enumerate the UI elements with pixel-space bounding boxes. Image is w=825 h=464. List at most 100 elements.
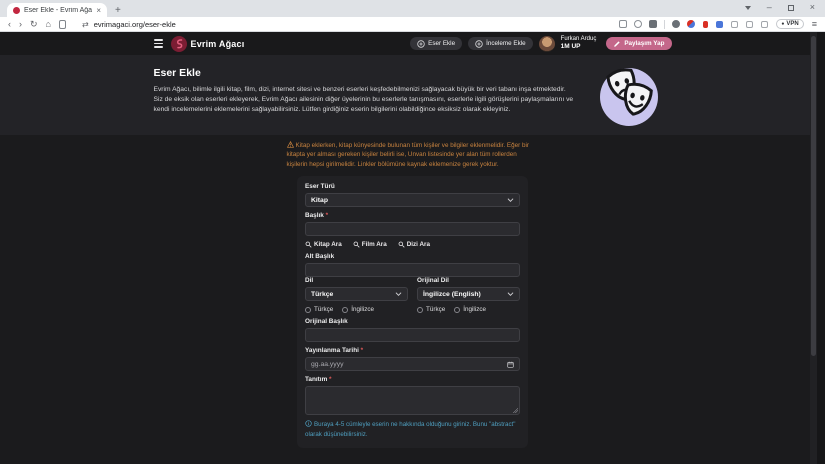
vpn-label: VPN	[786, 21, 798, 27]
tanitim-hint: Buraya 4-5 cümleyle eserin ne hakkında o…	[305, 420, 517, 439]
close-button[interactable]: ×	[810, 3, 815, 12]
vpn-dot-icon: ●	[781, 21, 784, 27]
brand-name: Evrim Ağacı	[191, 39, 245, 49]
theater-masks-icon	[596, 63, 662, 129]
orijinal-dil-radio-ingilizce[interactable]: İngilizce	[454, 306, 486, 313]
site-logo[interactable]: Evrim Ağacı	[171, 36, 245, 52]
minimize-button[interactable]: –	[767, 3, 772, 12]
alt-baslik-input[interactable]	[305, 263, 520, 277]
share-icon[interactable]	[649, 20, 657, 28]
orijinal-dil-radio-group: Türkçe İngilizce	[417, 306, 520, 313]
tab-close-icon[interactable]: ×	[96, 6, 101, 15]
required-asterisk: *	[361, 347, 364, 354]
dil-select[interactable]: Türkçe	[305, 287, 408, 301]
dil-radio-turkce[interactable]: Türkçe	[305, 306, 333, 313]
url-bar-icons	[619, 20, 695, 29]
browser-chrome: Eser Ekle - Evrim Ağacı × + – × ‹ › ↻ ⌂ …	[0, 0, 825, 32]
chevron-down-icon	[507, 291, 514, 297]
chevron-down-icon	[395, 291, 402, 297]
back-icon[interactable]: ‹	[8, 19, 11, 29]
main-content: Kitap eklerken, kitap künyesinde bulunan…	[0, 135, 825, 448]
shield-icon[interactable]	[672, 20, 680, 28]
radio-icon	[342, 307, 348, 313]
search-in-page-icon[interactable]	[634, 20, 642, 28]
baslik-input[interactable]	[305, 222, 520, 236]
extension-2-icon[interactable]	[746, 21, 753, 28]
hamburger-menu-icon[interactable]	[154, 39, 163, 47]
warning-message: Kitap eklerken, kitap künyesinde bulunan…	[287, 142, 529, 168]
extension-red-icon[interactable]	[703, 21, 708, 28]
eser-turu-select[interactable]: Kitap	[305, 193, 520, 207]
kitap-ara-link[interactable]: Kitap Ara	[305, 241, 342, 248]
user-info[interactable]: Furkan Arduç 1M UP	[561, 36, 597, 50]
page-scrollbar[interactable]	[810, 32, 817, 464]
user-name: Furkan Arduç	[561, 36, 597, 43]
hero-section: Eser Ekle Evrim Ağacı, bilimle ilgili ki…	[0, 56, 825, 135]
eser-ekle-form: Eser Türü Kitap Başlık * Kitap Ara	[297, 176, 528, 448]
url-text[interactable]: evrimagaci.org/eser-ekle	[94, 20, 176, 29]
evrim-agaci-logo-icon	[171, 36, 187, 52]
orijinal-dil-label: Orijinal Dil	[417, 277, 520, 284]
tab-favicon-icon	[13, 7, 20, 14]
chevron-down-icon	[507, 197, 514, 203]
search-links: Kitap Ara Film Ara Dizi Ara	[305, 241, 520, 248]
user-badge: 1M UP	[561, 43, 597, 50]
radio-icon	[454, 307, 460, 313]
calendar-icon[interactable]	[507, 361, 514, 368]
extension-3-icon[interactable]	[761, 21, 768, 28]
scrollbar-thumb[interactable]	[811, 36, 816, 356]
url-bar[interactable]: ⇄ evrimagaci.org/eser-ekle	[82, 20, 695, 29]
extension-badge-icon[interactable]	[687, 20, 695, 28]
reader-mode-icon[interactable]	[619, 20, 627, 28]
forward-icon[interactable]: ›	[19, 19, 22, 29]
nav-eser-ekle-button[interactable]: Eser Ekle	[410, 37, 462, 50]
dil-value: Türkçe	[311, 291, 333, 298]
plus-circle-icon	[417, 40, 425, 48]
radio-icon	[305, 307, 311, 313]
reload-icon[interactable]: ↻	[30, 19, 38, 29]
tab-strip: Eser Ekle - Evrim Ağacı × + – ×	[0, 0, 825, 17]
dil-label: Dil	[305, 277, 408, 284]
tanitim-label: Tanıtım *	[305, 376, 520, 383]
site-header: Evrim Ağacı Eser Ekle İnceleme Ekle Furk	[0, 32, 825, 56]
search-icon	[353, 241, 360, 248]
warning-triangle-icon	[287, 141, 294, 148]
site-info-icon[interactable]: ⇄	[82, 20, 89, 29]
search-icon	[398, 241, 405, 248]
window-edge	[817, 32, 825, 464]
page: Evrim Ağacı Eser Ekle İnceleme Ekle Furk	[0, 32, 825, 464]
nav-inceleme-ekle-label: İnceleme Ekle	[486, 40, 526, 47]
eser-turu-value: Kitap	[311, 197, 328, 204]
orijinal-dil-select[interactable]: İngilizce (English)	[417, 287, 520, 301]
tarih-input[interactable]: gg.aa.yyyy	[305, 357, 520, 371]
film-ara-link[interactable]: Film Ara	[353, 241, 387, 248]
alt-baslik-label: Alt Başlık	[305, 253, 520, 260]
user-avatar[interactable]	[539, 36, 555, 52]
browser-tab[interactable]: Eser Ekle - Evrim Ağacı ×	[7, 3, 107, 17]
browser-menu-icon[interactable]: ≡	[812, 19, 817, 29]
tab-title: Eser Ekle - Evrim Ağacı	[24, 7, 92, 14]
page-title: Eser Ekle	[154, 67, 672, 79]
orijinal-dil-radio-turkce[interactable]: Türkçe	[417, 306, 445, 313]
vpn-badge[interactable]: ● VPN	[776, 19, 803, 29]
divider	[664, 20, 665, 29]
extension-blue-icon[interactable]	[716, 21, 723, 28]
orijinal-baslik-input[interactable]	[305, 328, 520, 342]
dil-radio-group: Türkçe İngilizce	[305, 306, 408, 313]
orijinal-baslik-label: Orijinal Başlık	[305, 318, 520, 325]
home-icon[interactable]: ⌂	[46, 19, 51, 29]
maximize-button[interactable]	[788, 5, 794, 11]
required-asterisk: *	[326, 212, 329, 219]
pencil-icon	[613, 40, 621, 48]
tanitim-textarea[interactable]	[305, 386, 520, 415]
dizi-ara-link[interactable]: Dizi Ara	[398, 241, 430, 248]
paylasim-yap-button[interactable]: Paylaşım Yap	[606, 37, 671, 50]
resize-grip-icon[interactable]	[513, 408, 518, 413]
tarih-placeholder: gg.aa.yyyy	[311, 361, 344, 368]
extension-1-icon[interactable]	[731, 21, 738, 28]
nav-inceleme-ekle-button[interactable]: İnceleme Ekle	[468, 37, 533, 50]
new-tab-button[interactable]: +	[115, 5, 121, 16]
sidebar-toggle-icon[interactable]	[59, 20, 66, 29]
dil-radio-ingilizce[interactable]: İngilizce	[342, 306, 374, 313]
window-menu-icon[interactable]	[745, 6, 751, 10]
